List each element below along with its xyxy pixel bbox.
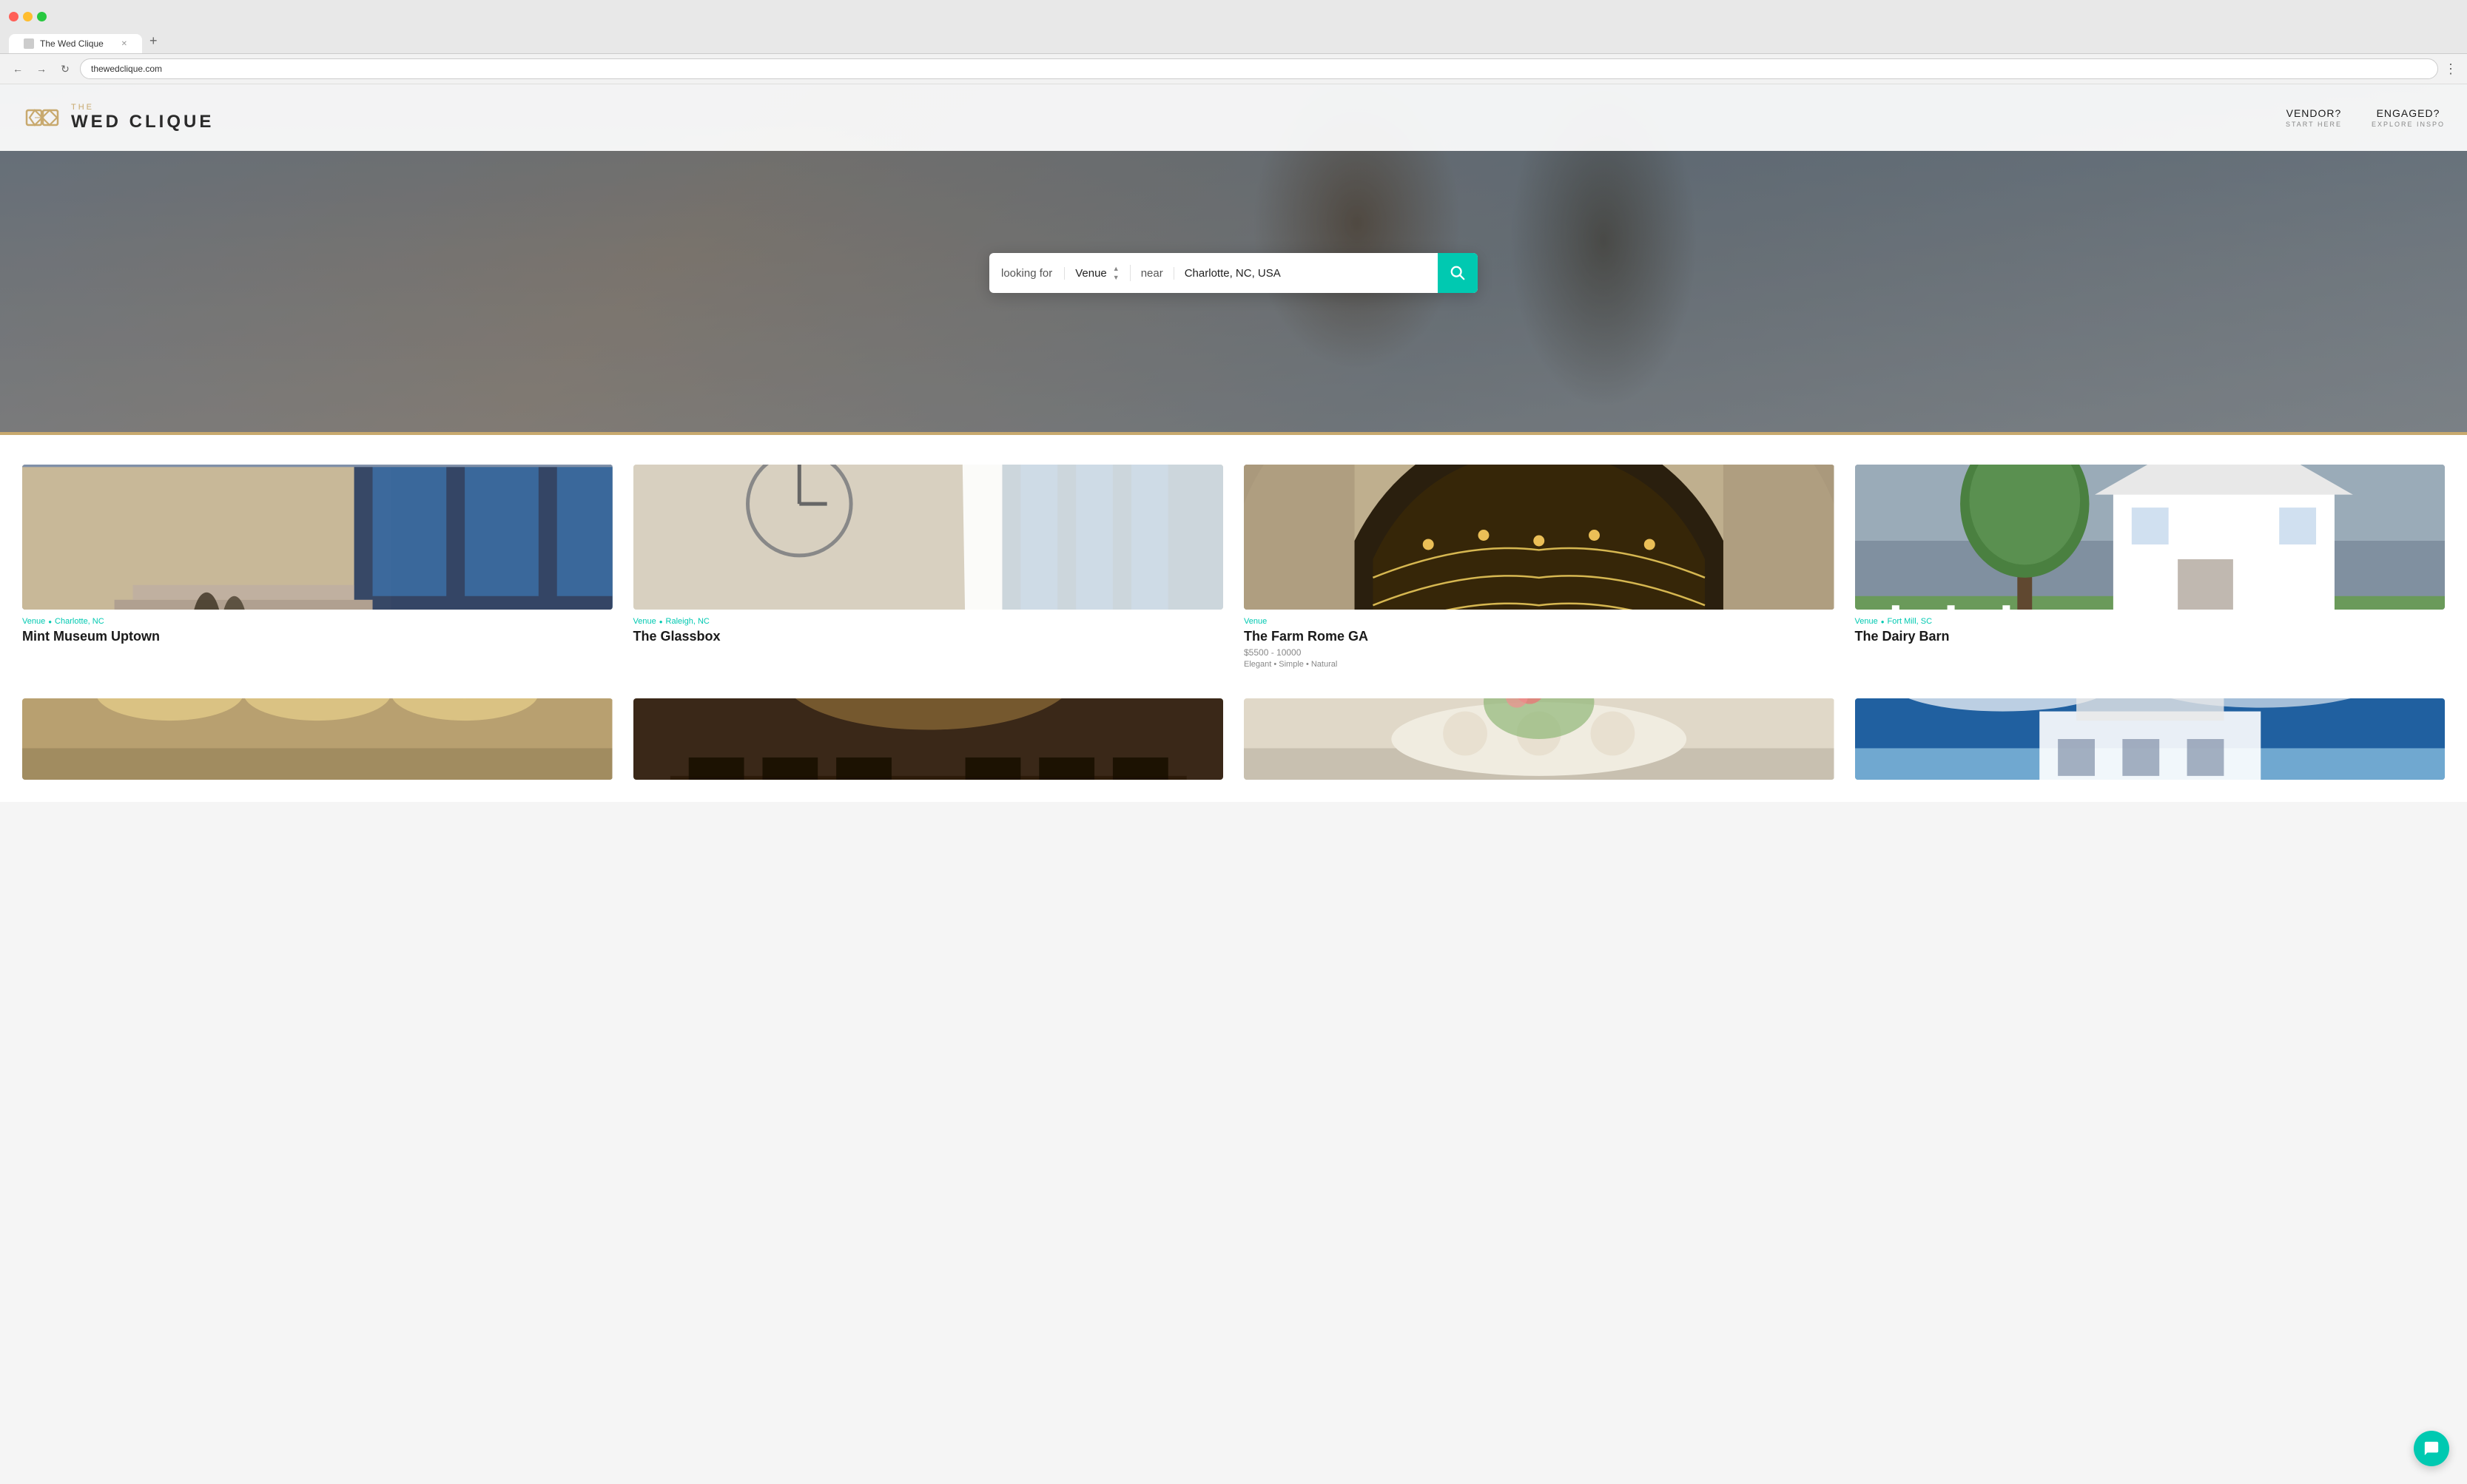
logo-text: THE WED CLIQUE bbox=[71, 103, 214, 132]
logo-the: THE bbox=[71, 103, 214, 112]
venue-card-4-type: Venue bbox=[1855, 617, 1878, 626]
search-button[interactable] bbox=[1438, 253, 1478, 293]
tab-title: The Wed Clique bbox=[40, 38, 104, 49]
venue-card-1-title: Mint Museum Uptown bbox=[22, 629, 613, 644]
venue-card-2-image bbox=[633, 465, 1224, 610]
back-button[interactable]: ← bbox=[9, 60, 27, 78]
logo-icon bbox=[22, 98, 62, 138]
engaged-nav-main: ENGAGED? bbox=[2372, 107, 2445, 119]
search-category-select[interactable]: Venue ▲ ▼ bbox=[1065, 265, 1130, 281]
venue-card-1-meta: Venue ● Charlotte, NC bbox=[22, 617, 613, 626]
venue-card-2[interactable]: Venue ● Raleigh, NC The Glassbox bbox=[633, 465, 1224, 669]
browser-chrome: The Wed Clique ✕ + bbox=[0, 0, 2467, 54]
vendor-nav-main: VENDOR? bbox=[2286, 107, 2342, 119]
active-tab[interactable]: The Wed Clique ✕ bbox=[9, 34, 142, 53]
bottom-cards-grid bbox=[0, 698, 2467, 802]
vendor-nav-item[interactable]: VENDOR? START HERE bbox=[2286, 107, 2342, 128]
search-near-label: near bbox=[1131, 267, 1174, 280]
tab-bar: The Wed Clique ✕ + bbox=[9, 29, 2458, 53]
search-container: looking for Venue ▲ ▼ near bbox=[989, 253, 1478, 293]
select-arrows-icon: ▲ ▼ bbox=[1113, 265, 1120, 281]
new-tab-button[interactable]: + bbox=[142, 29, 165, 53]
venue-card-4-image bbox=[1855, 465, 2446, 610]
close-button[interactable] bbox=[9, 12, 18, 21]
tab-favicon bbox=[24, 38, 34, 49]
dairy-barn-image bbox=[1855, 465, 2446, 610]
window-controls bbox=[9, 6, 2458, 26]
venue-card-4-title: The Dairy Barn bbox=[1855, 629, 2446, 644]
bottom-card-4[interactable] bbox=[1855, 698, 2446, 780]
venue-card-3[interactable]: Venue The Farm Rome GA $5500 - 10000 Ele… bbox=[1244, 465, 1834, 669]
engaged-nav-sub: EXPLORE INSPO bbox=[2372, 121, 2445, 128]
page: THE WED CLIQUE VENDOR? START HERE ENGAGE… bbox=[0, 84, 2467, 802]
venue-card-3-title: The Farm Rome GA bbox=[1244, 629, 1834, 644]
bottom-card-3[interactable] bbox=[1244, 698, 1834, 780]
venue-card-3-meta: Venue bbox=[1244, 617, 1834, 626]
venue-card-3-price: $5500 - 10000 bbox=[1244, 647, 1834, 658]
refresh-button[interactable]: ↻ bbox=[56, 60, 74, 78]
maximize-button[interactable] bbox=[37, 12, 47, 21]
minimize-button[interactable] bbox=[23, 12, 33, 21]
venues-section: Venue ● Charlotte, NC Mint Museum Uptown bbox=[0, 435, 2467, 698]
search-label: looking for bbox=[989, 267, 1065, 280]
bottom-card-1[interactable] bbox=[22, 698, 613, 780]
search-category-value: Venue bbox=[1075, 267, 1107, 280]
address-bar[interactable] bbox=[80, 58, 2438, 79]
more-options-button[interactable]: ⋮ bbox=[2444, 61, 2458, 77]
venue-card-4-location: Fort Mill, SC bbox=[1888, 617, 1933, 626]
mint-museum-image bbox=[22, 465, 613, 610]
search-bar: looking for Venue ▲ ▼ near bbox=[989, 253, 1478, 293]
venue-card-2-meta: Venue ● Raleigh, NC bbox=[633, 617, 1224, 626]
venue-card-4-meta: Venue ● Fort Mill, SC bbox=[1855, 617, 2446, 626]
vendor-nav-sub: START HERE bbox=[2286, 121, 2342, 128]
venue-card-2-title: The Glassbox bbox=[633, 629, 1224, 644]
glassbox-image bbox=[633, 465, 1224, 610]
logo-wed: WED CLIQUE bbox=[71, 112, 214, 132]
farm-image bbox=[1244, 465, 1834, 610]
venue-card-1[interactable]: Venue ● Charlotte, NC Mint Museum Uptown bbox=[22, 465, 613, 669]
venue-card-2-type: Venue bbox=[633, 617, 656, 626]
logo[interactable]: THE WED CLIQUE bbox=[22, 98, 214, 138]
venue-card-1-type: Venue bbox=[22, 617, 45, 626]
engaged-nav-item[interactable]: ENGAGED? EXPLORE INSPO bbox=[2372, 107, 2445, 128]
chat-icon bbox=[2423, 1440, 2440, 1457]
venue-card-3-type: Venue bbox=[1244, 617, 1267, 626]
chat-button[interactable] bbox=[2414, 1431, 2449, 1466]
site-header: THE WED CLIQUE VENDOR? START HERE ENGAGE… bbox=[0, 84, 2467, 151]
search-location-input[interactable] bbox=[1174, 267, 1438, 280]
venue-card-4[interactable]: Venue ● Fort Mill, SC The Dairy Barn bbox=[1855, 465, 2446, 669]
tab-close-button[interactable]: ✕ bbox=[121, 40, 127, 48]
header-navigation: VENDOR? START HERE ENGAGED? EXPLORE INSP… bbox=[2286, 107, 2445, 128]
venue-card-1-location: Charlotte, NC bbox=[55, 617, 104, 626]
cards-grid: Venue ● Charlotte, NC Mint Museum Uptown bbox=[22, 465, 2445, 669]
hero-section: THE WED CLIQUE VENDOR? START HERE ENGAGE… bbox=[0, 84, 2467, 432]
venue-card-1-image bbox=[22, 465, 613, 610]
venue-card-3-image bbox=[1244, 465, 1834, 610]
venue-card-2-location: Raleigh, NC bbox=[666, 617, 710, 626]
search-icon bbox=[1450, 265, 1466, 281]
navigation-bar: ← → ↻ ⋮ bbox=[0, 54, 2467, 84]
venue-card-3-tags: Elegant • Simple • Natural bbox=[1244, 660, 1834, 669]
forward-button[interactable]: → bbox=[33, 60, 50, 78]
bottom-card-2[interactable] bbox=[633, 698, 1224, 780]
